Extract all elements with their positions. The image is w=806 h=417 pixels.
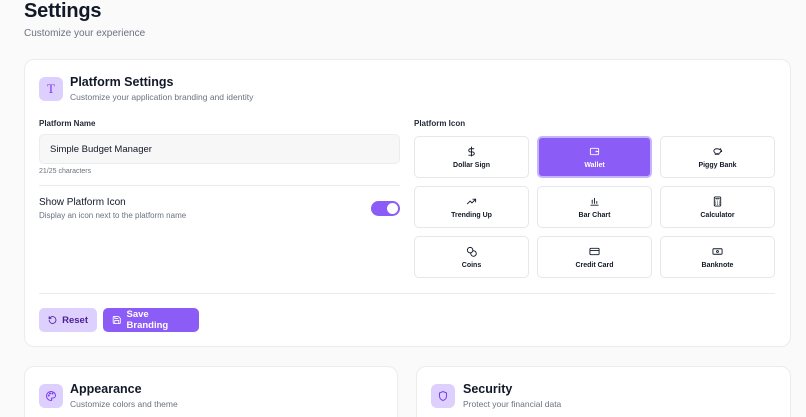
- wallet-icon: [589, 146, 600, 157]
- security-card: Security Protect your financial data: [416, 366, 791, 417]
- char-count: 21/25 characters: [39, 168, 92, 175]
- icon-option-dollar-sign[interactable]: Dollar Sign: [414, 136, 529, 178]
- trending-up-icon: [466, 196, 477, 207]
- save-branding-button[interactable]: Save Branding: [103, 308, 199, 332]
- icon-option-bar-chart[interactable]: Bar Chart: [537, 186, 652, 228]
- shield-icon: [431, 384, 455, 408]
- platform-settings-card: T Platform Settings Customize your appli…: [24, 59, 791, 347]
- icon-option-trending-up[interactable]: Trending Up: [414, 186, 529, 228]
- icon-option-label: Wallet: [584, 161, 605, 169]
- icon-option-label: Credit Card: [575, 261, 614, 269]
- icon-option-credit-card[interactable]: Credit Card: [537, 236, 652, 278]
- divider: [39, 293, 775, 294]
- bar-chart-icon: [589, 196, 600, 207]
- reset-button[interactable]: Reset: [39, 308, 97, 332]
- coins-icon: [466, 246, 477, 257]
- icon-option-piggy-bank[interactable]: Piggy Bank: [660, 136, 775, 178]
- icon-option-label: Banknote: [701, 261, 734, 269]
- platform-name-label: Platform Name: [39, 119, 96, 128]
- platform-settings-subtitle: Customize your application branding and …: [70, 92, 254, 102]
- icon-option-label: Piggy Bank: [698, 161, 737, 169]
- icon-option-banknote[interactable]: Banknote: [660, 236, 775, 278]
- platform-icon-label: Platform Icon: [414, 119, 466, 128]
- platform-settings-title: Platform Settings: [70, 75, 174, 89]
- appearance-card: Appearance Customize colors and theme: [24, 366, 398, 417]
- icon-option-label: Calculator: [700, 211, 735, 219]
- show-icon-title: Show Platform Icon: [39, 197, 126, 208]
- rotate-ccw-icon: [48, 316, 57, 324]
- platform-type-icon: T: [39, 77, 63, 101]
- credit-card-icon: [589, 246, 600, 257]
- calculator-icon: [712, 195, 723, 207]
- divider: [39, 185, 400, 186]
- palette-icon: [39, 384, 63, 408]
- icon-option-label: Bar Chart: [578, 211, 611, 219]
- icon-option-label: Trending Up: [451, 211, 492, 219]
- page-subtitle: Customize your experience: [24, 28, 146, 39]
- icon-option-coins[interactable]: Coins: [414, 236, 529, 278]
- icon-option-label: Dollar Sign: [453, 161, 490, 169]
- icon-option-label: Coins: [461, 261, 482, 269]
- show-icon-toggle[interactable]: [371, 201, 400, 216]
- page-title: Settings: [24, 0, 102, 22]
- save-icon: [112, 315, 121, 325]
- appearance-subtitle: Customize colors and theme: [70, 399, 178, 409]
- icon-option-wallet[interactable]: Wallet: [537, 136, 652, 178]
- piggy-bank-icon: [712, 146, 723, 157]
- toggle-knob: [387, 203, 398, 214]
- appearance-title: Appearance: [70, 382, 142, 396]
- security-title: Security: [463, 382, 513, 396]
- banknote-icon: [712, 246, 723, 257]
- icon-option-calculator[interactable]: Calculator: [660, 186, 775, 228]
- platform-name-input[interactable]: Simple Budget Manager: [39, 134, 400, 164]
- dollar-sign-icon: [466, 145, 477, 157]
- security-subtitle: Protect your financial data: [463, 399, 562, 409]
- show-icon-description: Display an icon next to the platform nam…: [39, 211, 187, 220]
